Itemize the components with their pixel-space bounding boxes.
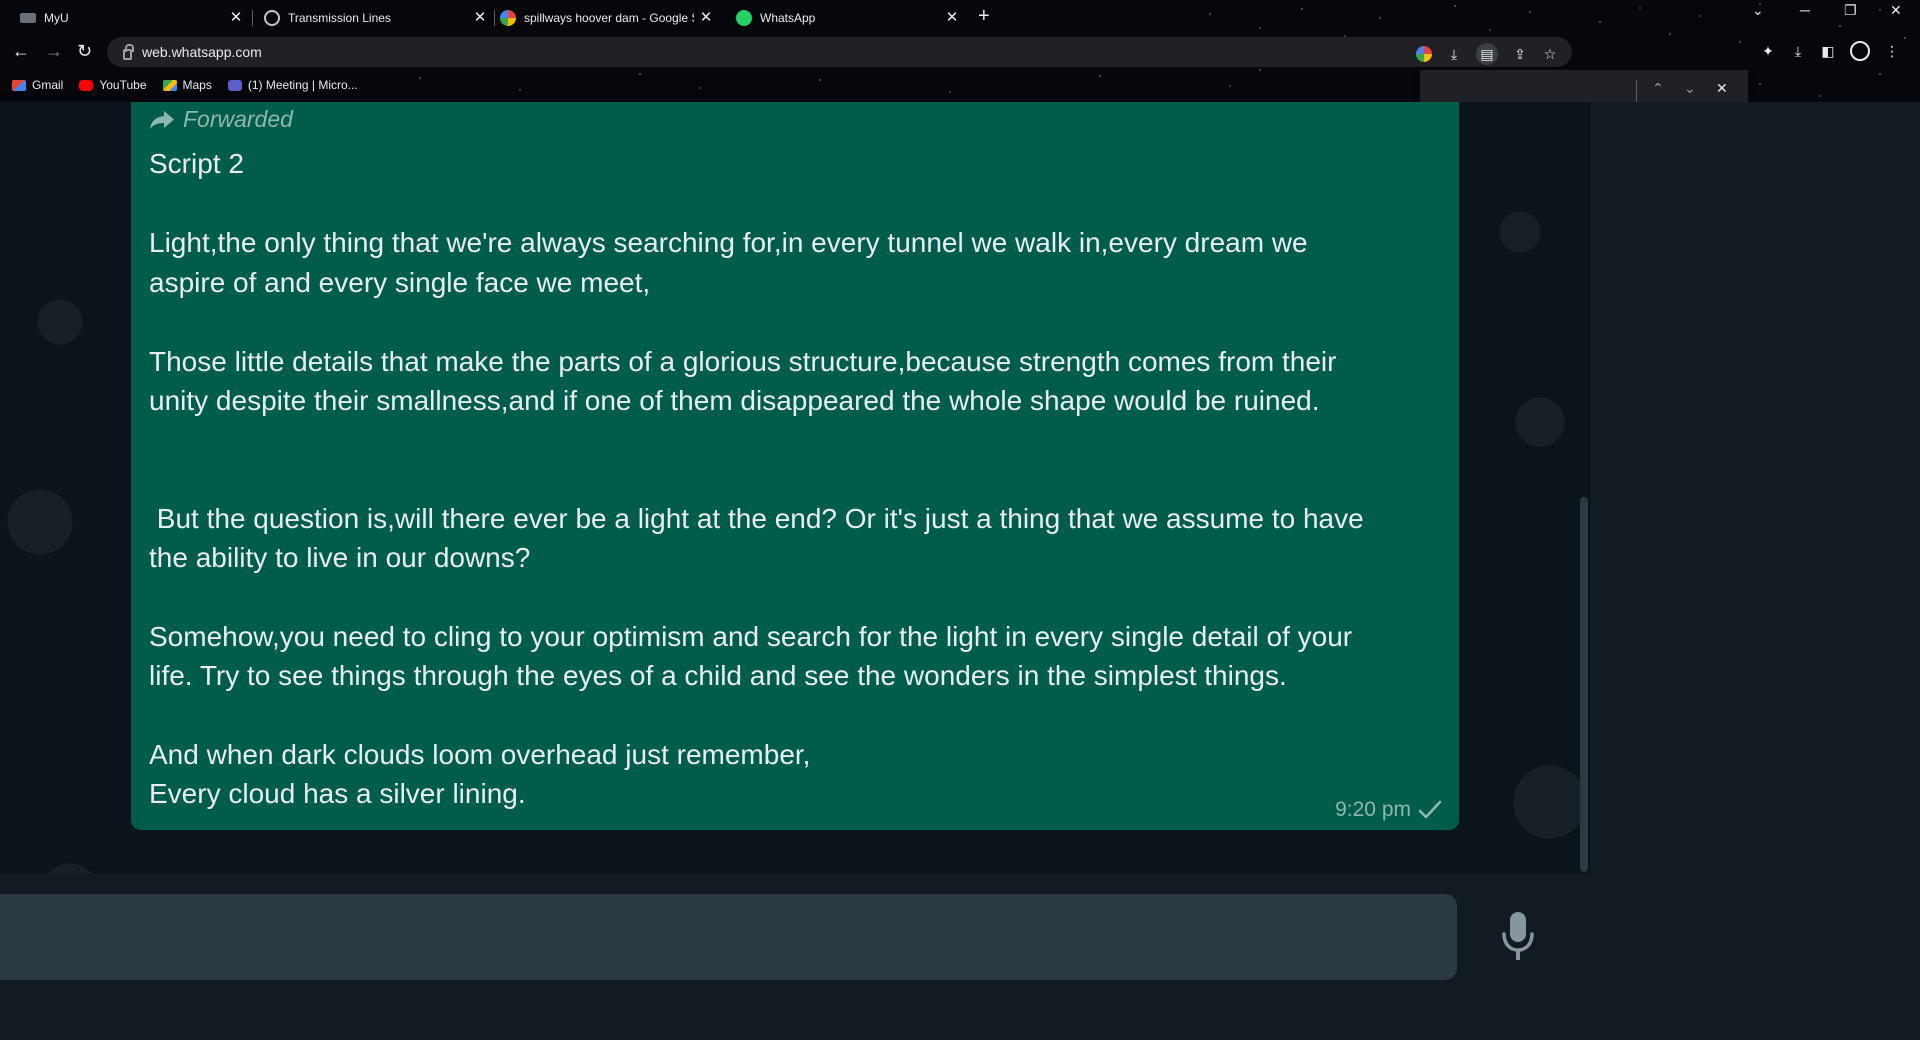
page-action-icon[interactable]: ▤ [1476,43,1498,65]
bookmark-teams-meeting[interactable]: (1) Meeting | Micro... [227,78,358,92]
url-text[interactable]: web.whatsapp.com [142,44,262,60]
google-lens-icon[interactable] [1416,46,1432,62]
message-line: aspire of and every single face we meet, [149,267,651,298]
find-divider [1636,80,1637,104]
window-close-icon[interactable]: ✕ [1890,2,1902,19]
outgoing-message-bubble[interactable]: Forwarded Script 2 Light,the only thing … [131,102,1459,830]
forwarded-label: Forwarded [183,106,293,132]
minimize-icon[interactable]: ─ [1800,2,1810,18]
side-panel-icon[interactable]: ◧ [1820,43,1836,59]
find-close-icon[interactable]: ✕ [1716,80,1728,97]
bookmark-youtube[interactable]: YouTube [79,78,147,92]
message-line: the ability to live in our downs? [149,542,531,573]
browser-toolbar: ← → ↻ web.whatsapp.com ⤓ ▤ ⇪ ☆ ✦ ⤓ ◧ ⋮ [0,34,1920,70]
downloads-icon[interactable]: ⤓ [1790,43,1806,59]
microphone-icon[interactable] [1500,910,1536,962]
message-line: And when dark clouds loom overhead just … [149,739,811,770]
message-line: unity despite their smallness,and if one… [149,385,1320,416]
tab-close-icon[interactable]: ✕ [228,10,244,26]
right-blank-panel [1590,102,1920,1040]
address-bar[interactable]: web.whatsapp.com ⤓ ▤ ⇪ ☆ [107,37,1572,67]
lock-icon[interactable] [123,43,134,60]
extension-actions: ✦ ⤓ ◧ ⋮ [1760,41,1900,61]
globe-favicon-icon [264,10,280,26]
forward-arrow-icon[interactable]: → [45,41,63,62]
profile-avatar-icon[interactable] [1850,41,1870,61]
tab-title: spillways hoover dam - Google S [524,11,694,25]
tab-close-icon[interactable]: ✕ [472,10,488,26]
forwarded-indicator: Forwarded [149,106,293,133]
message-line: But the question is,will there ever be a… [149,503,1364,534]
install-app-icon[interactable]: ⤓ [1446,46,1462,62]
forward-arrow-icon [150,110,174,129]
bookmark-label: Maps [182,78,212,92]
tab-close-icon[interactable]: ✕ [944,10,960,26]
message-composer [0,874,1590,1000]
tab-transmission-lines[interactable]: Transmission Lines ✕ [254,3,494,33]
message-line: Those little details that make the parts… [149,346,1337,377]
bookmark-maps[interactable]: Maps [162,78,212,92]
tab-title: Transmission Lines [288,11,391,25]
restore-icon[interactable]: ❐ [1844,2,1857,19]
more-menu-icon[interactable]: ⋮ [1884,43,1900,59]
chat-scrollbar[interactable] [1580,497,1588,872]
reload-icon[interactable]: ↻ [77,41,92,62]
whatsapp-favicon-icon [736,10,752,26]
google-favicon-icon [500,10,516,26]
bookmarks-bar: Gmail YouTube Maps (1) Meeting | Micro..… [12,74,358,96]
message-line: Light,the only thing that we're always s… [149,227,1308,258]
address-bar-actions: ⤓ ▤ ⇪ ☆ [1416,43,1558,65]
tab-title: WhatsApp [760,11,816,25]
youtube-icon [79,79,94,91]
tab-title: MyU [44,11,69,25]
myu-favicon-icon [20,13,36,23]
bookmark-label: (1) Meeting | Micro... [247,78,358,92]
message-line: life. Try to see things through the eyes… [149,660,1287,691]
new-tab-button[interactable]: + [978,5,990,28]
message-time: 9:20 pm [1335,798,1411,821]
tab-whatsapp[interactable]: WhatsApp ✕ [726,3,966,33]
share-icon[interactable]: ⇪ [1512,46,1528,62]
gmail-icon [12,79,26,91]
single-check-icon [1418,800,1442,819]
back-arrow-icon[interactable]: ← [12,41,30,62]
tab-google-search[interactable]: spillways hoover dam - Google S ✕ [490,3,720,33]
bookmark-label: YouTube [99,78,147,92]
bookmark-star-icon[interactable]: ☆ [1542,46,1558,62]
message-line: Somehow,you need to cling to your optimi… [149,621,1353,652]
bookmark-gmail[interactable]: Gmail [12,78,63,92]
tab-separator [252,10,253,26]
maps-icon [162,79,177,91]
message-input[interactable] [0,894,1457,980]
extensions-puzzle-icon[interactable]: ✦ [1760,43,1776,59]
find-previous-chevron-up-icon[interactable]: ⌃ [1652,80,1664,97]
tab-close-icon[interactable]: ✕ [698,10,714,26]
find-next-chevron-down-icon[interactable]: ⌄ [1684,80,1696,97]
find-input[interactable] [1434,80,1634,104]
tab-strip: MyU ✕ Transmission Lines ✕ spillways hoo… [0,0,1920,34]
message-line: Every cloud has a silver lining. [149,778,526,809]
bookmark-label: Gmail [32,78,64,92]
message-line: Script 2 [149,148,244,179]
tab-myu[interactable]: MyU ✕ [10,3,250,33]
tab-search-icon[interactable]: ⌄ [1752,2,1764,19]
teams-icon [227,79,242,91]
